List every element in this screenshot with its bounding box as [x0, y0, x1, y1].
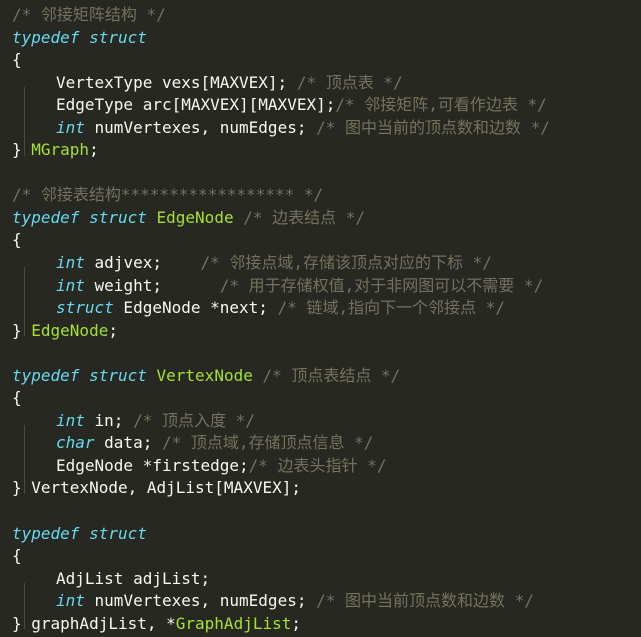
keyword-token: struct [89, 27, 147, 47]
code-token: } [12, 320, 32, 340]
code-token: VertexType vexs[MAXVEX]; [56, 72, 297, 92]
code-line[interactable]: int in; /* 顶点入度 */ [0, 410, 641, 449]
code-token: numVertexes, numEdges; [84, 591, 317, 611]
comment-token: /* 链域,指向下一个邻接点 */ [277, 298, 505, 318]
code-line[interactable]: { [0, 545, 641, 568]
code-line[interactable]: int weight; /* 用于存储权值,对于非网图可以不需要 */ [0, 275, 641, 314]
keyword-token: int [56, 253, 85, 273]
keyword-token: typedef [12, 523, 80, 543]
keyword-token: struct [89, 207, 147, 227]
comment-token: /* 顶点入度 */ [133, 410, 255, 430]
code-line[interactable] [0, 342, 641, 365]
keyword-token: typedef [12, 27, 80, 47]
type-name-token: GraphAdjList [175, 613, 292, 633]
code-line[interactable]: int adjvex; /* 邻接点域,存储该顶点对应的下标 */ [0, 252, 641, 292]
code-token: ; [89, 140, 99, 160]
comment-token: /* 图中当前顶点数和边数 */ [316, 591, 534, 611]
code-token: AdjList adjList; [56, 568, 211, 588]
code-token: adjvex; [84, 253, 201, 273]
comment-token: /* 邻接矩阵结构 */ [12, 5, 166, 24]
keyword-token: typedef [12, 365, 80, 385]
code-line[interactable]: VertexType vexs[MAXVEX]; /* 顶点表 */ [0, 72, 641, 111]
code-token: { [12, 546, 22, 566]
type-name-token: MGraph [31, 140, 90, 160]
comment-token: /* 图中当前的顶点数和边数 */ [316, 117, 550, 137]
comment-token: /* 顶点表结点 */ [262, 365, 401, 385]
code-line[interactable]: } MGraph; [0, 139, 641, 162]
code-line[interactable]: EdgeType arc[MAXVEX][MAXVEX];/* 邻接矩阵,可看作… [0, 94, 641, 134]
code-line[interactable]: } VertexNode, AdjList[MAXVEX]; [0, 477, 641, 500]
keyword-token: struct [89, 523, 147, 543]
code-line[interactable]: { [0, 229, 641, 252]
keyword-token: int [56, 275, 85, 295]
code-token: } [12, 140, 32, 160]
code-token: numVertexes, numEdges; [84, 117, 317, 137]
comment-token: /* 用于存储权值,对于非网图可以不需要 */ [219, 275, 544, 295]
code-token: ; [291, 613, 301, 633]
code-token: EdgeNode *next; [113, 298, 278, 318]
code-token: EdgeNode *firstedge; [56, 455, 249, 475]
code-line[interactable]: typedef struct VertexNode /* 顶点表结点 */ [0, 365, 641, 388]
keyword-token: int [56, 117, 85, 137]
code-line[interactable]: /* 邻接矩阵结构 */ [0, 4, 641, 27]
type-name-token: VertexNode [156, 365, 253, 385]
keyword-token: char [56, 433, 95, 453]
type-name-token: EdgeNode [31, 320, 109, 340]
code-editor[interactable]: /* 邻接矩阵结构 */typedef struct{VertexType ve… [0, 0, 641, 637]
code-line[interactable]: EdgeNode *firstedge;/* 边表头指针 */ [0, 455, 641, 494]
code-token: in; [84, 410, 134, 430]
code-line[interactable]: { [0, 387, 641, 410]
comment-token: /* 邻接表结构****************** */ [12, 185, 324, 205]
code-line[interactable]: typedef struct [0, 27, 641, 50]
comment-token: /* 邻接矩阵,可看作边表 */ [335, 95, 547, 115]
keyword-token: struct [56, 298, 114, 318]
code-token: EdgeType arc[MAXVEX][MAXVEX]; [56, 95, 336, 115]
code-line[interactable]: AdjList adjList; [0, 568, 641, 607]
comment-token: /* 顶点域,存储顶点信息 */ [161, 433, 374, 453]
code-token: } graphAdjList, * [12, 613, 176, 633]
comment-token: /* 边表结点 */ [243, 207, 366, 227]
code-line[interactable] [0, 162, 641, 185]
comment-token: /* 邻接点域,存储该顶点对应的下标 */ [200, 253, 492, 273]
comment-token: /* 顶点表 */ [296, 72, 403, 92]
keyword-token: int [56, 410, 85, 430]
code-token: data; [94, 433, 162, 453]
comment-token: /* 边表头指针 */ [248, 455, 387, 475]
code-line[interactable]: } graphAdjList, *GraphAdjList; [0, 613, 641, 636]
keyword-token: struct [89, 365, 147, 385]
code-line[interactable]: { [0, 49, 641, 72]
code-token: { [12, 388, 22, 408]
code-line[interactable]: typedef struct EdgeNode /* 边表结点 */ [0, 207, 641, 230]
code-line[interactable] [0, 500, 641, 523]
code-token: weight; [84, 275, 220, 295]
code-line[interactable]: int numVertexes, numEdges; /* 图中当前顶点数和边数… [0, 590, 641, 630]
code-line[interactable]: int numVertexes, numEdges; /* 图中当前的顶点数和边… [0, 117, 641, 156]
keyword-token: typedef [12, 207, 80, 227]
code-line[interactable]: /* 邻接表结构****************** */ [0, 184, 641, 207]
keyword-token: int [56, 591, 85, 611]
code-token: { [12, 230, 22, 250]
code-token: { [12, 50, 22, 70]
code-line[interactable]: } EdgeNode; [0, 320, 641, 343]
code-line[interactable]: typedef struct [0, 523, 641, 546]
code-token: ; [108, 320, 118, 340]
code-line[interactable]: char data; /* 顶点域,存储顶点信息 */ [0, 432, 641, 472]
code-token: } VertexNode, AdjList[MAXVEX]; [12, 478, 301, 498]
type-name-token: EdgeNode [156, 207, 234, 227]
code-line[interactable]: struct EdgeNode *next; /* 链域,指向下一个邻接点 */ [0, 297, 641, 337]
